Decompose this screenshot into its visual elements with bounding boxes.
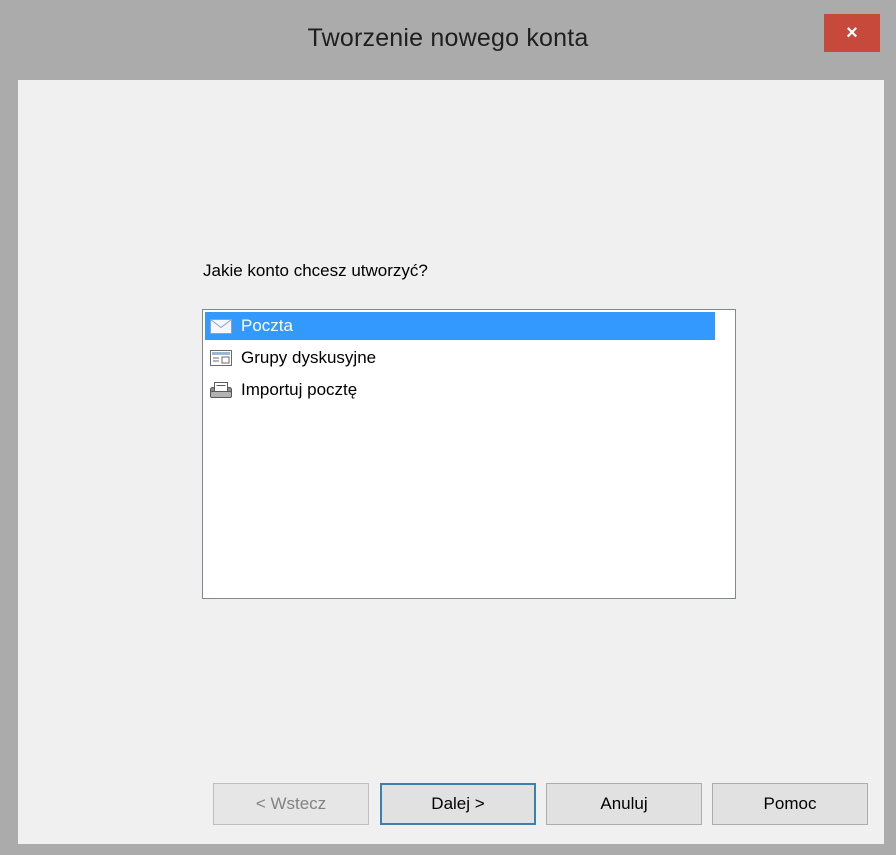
list-item-import-mail[interactable]: Importuj pocztę (205, 376, 715, 404)
close-icon: × (846, 21, 858, 44)
list-item-label: Grupy dyskusyjne (241, 348, 377, 367)
list-item-mail[interactable]: Poczta (205, 312, 715, 340)
list-item-newsgroups[interactable]: Grupy dyskusyjne (205, 344, 715, 372)
window-title: Tworzenie nowego konta (307, 24, 589, 52)
back-button[interactable]: < Wstecz (213, 783, 369, 825)
account-wizard-window: Tworzenie nowego konta × Jakie konto chc… (0, 0, 896, 855)
list-item-label: Poczta (241, 316, 293, 335)
import-mail-icon (209, 380, 233, 400)
next-button[interactable]: Dalej > (380, 783, 536, 825)
newsgroup-icon (209, 348, 233, 368)
title-bar[interactable]: Tworzenie nowego konta × (0, 0, 896, 80)
wizard-content: Jakie konto chcesz utworzyć? Poczta Grup… (18, 80, 884, 844)
close-button[interactable]: × (824, 14, 880, 52)
help-button[interactable]: Pomoc (712, 783, 868, 825)
cancel-button[interactable]: Anuluj (546, 783, 702, 825)
account-type-list[interactable]: Poczta Grupy dyskusyjne Importuj pocztę (202, 309, 736, 599)
mail-icon (209, 316, 233, 336)
account-type-question: Jakie konto chcesz utworzyć? (203, 261, 428, 280)
list-item-label: Importuj pocztę (241, 380, 358, 399)
